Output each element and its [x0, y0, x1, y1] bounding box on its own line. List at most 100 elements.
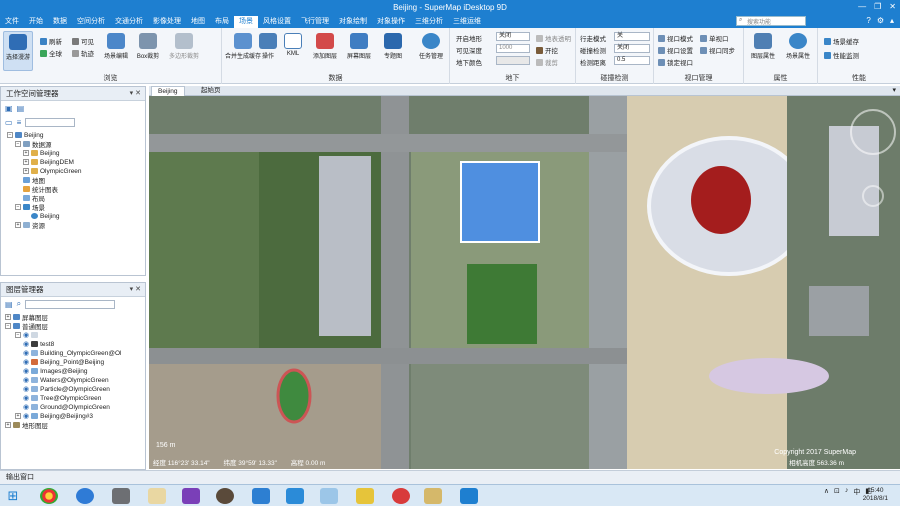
excavate-button[interactable]: 开挖 — [536, 45, 558, 55]
eye-icon[interactable]: ◉ — [23, 412, 29, 420]
list-icon[interactable]: ≡ — [17, 118, 22, 127]
output-window-tab[interactable]: 输出窗口 — [6, 474, 34, 481]
tab-start-page[interactable]: 起始页 — [195, 86, 227, 96]
underground-color-picker[interactable] — [496, 56, 530, 65]
kml-button[interactable]: KML — [282, 33, 304, 57]
tray-volume-icon[interactable]: ♪ — [845, 487, 849, 497]
eye-icon[interactable]: ◉ — [23, 349, 29, 357]
collapse-ribbon-icon[interactable]: ▴ — [890, 16, 894, 25]
wps-writer-icon[interactable] — [252, 488, 270, 504]
folder-icon[interactable] — [148, 488, 166, 504]
eye-icon[interactable]: ◉ — [23, 358, 29, 366]
eye-icon[interactable]: ◉ — [23, 394, 29, 402]
visible-depth-input[interactable]: 1000 — [496, 44, 530, 53]
tree-node-layer-group[interactable]: − ◉ — [15, 331, 40, 339]
tree-node-datasource-beijing[interactable]: + Beijing — [23, 149, 60, 157]
tab-start[interactable]: 开始 — [24, 16, 48, 28]
eye-icon[interactable]: ◉ — [23, 385, 29, 393]
tab-style[interactable]: 风格设置 — [258, 16, 296, 28]
thematic-button[interactable]: 专题图 — [380, 33, 406, 60]
pin-icon[interactable]: ▾ ✕ — [130, 87, 141, 101]
trajectory-button[interactable]: 轨迹 — [72, 48, 94, 58]
bird-app-icon[interactable] — [286, 488, 304, 504]
tab-traffic-analysis[interactable]: 交通分析 — [110, 16, 148, 28]
collapse-icon[interactable]: − — [5, 323, 11, 329]
screen-layer-button[interactable]: 屏幕图层 — [344, 33, 374, 60]
expand-icon[interactable]: + — [5, 422, 11, 428]
app-icon-a[interactable] — [112, 488, 130, 504]
folder-icon[interactable]: ▭ — [5, 118, 13, 127]
settings-icon[interactable]: ⚙ — [877, 16, 884, 25]
layer-style-icon[interactable]: ▤ — [5, 300, 13, 309]
layer-row-particle[interactable]: ◉ Particle@OlympicGreen — [23, 385, 110, 394]
eye-icon[interactable]: ◉ — [23, 331, 29, 339]
tab-object-operate[interactable]: 对象操作 — [372, 16, 410, 28]
tab-flight[interactable]: 飞行管理 — [296, 16, 334, 28]
layer-row-building[interactable]: ◉ Building_OlympicGreen@Ol — [23, 349, 122, 358]
scene-properties-button[interactable]: 场景属性 — [782, 33, 814, 60]
collapse-icon[interactable]: − — [15, 204, 21, 210]
tab-spatial-analysis[interactable]: 空间分析 — [72, 16, 110, 28]
avatar-app-icon[interactable] — [216, 488, 234, 504]
lock-viewport-button[interactable]: 锁定视口 — [658, 57, 693, 67]
tree-node-screen-layers[interactable]: + 屏幕图层 — [5, 313, 48, 322]
tab-3d-ops[interactable]: 三维运维 — [448, 16, 486, 28]
scene-3d-view[interactable] — [149, 96, 900, 469]
eye-icon[interactable]: ◉ — [23, 367, 29, 375]
python-icon[interactable] — [356, 488, 374, 504]
task-manager-button[interactable]: 任务管理 — [416, 33, 446, 60]
tab-data[interactable]: 数据 — [48, 16, 72, 28]
tab-image-processing[interactable]: 影像处理 — [148, 16, 186, 28]
performance-monitor-button[interactable]: 性能监测 — [824, 50, 859, 60]
viewport-mode-button[interactable]: 视口模式 — [658, 33, 693, 43]
surface-opacity-button[interactable]: 地表透明 — [536, 33, 571, 43]
notes-icon[interactable] — [320, 488, 338, 504]
expand-icon[interactable]: + — [15, 222, 21, 228]
close-button[interactable]: ✕ — [889, 2, 896, 11]
maximize-button[interactable]: ❐ — [874, 2, 881, 11]
clip-button[interactable]: 裁剪 — [536, 57, 558, 67]
expand-icon[interactable]: + — [23, 150, 29, 156]
tree-node-layouts[interactable]: 布局 — [15, 194, 45, 203]
tree-node-normal-layers[interactable]: − 普通图层 — [5, 322, 48, 331]
layer-row-beijing-point[interactable]: ◉ Beijing_Point@Beijing — [23, 358, 104, 367]
add-layer-button[interactable]: 添加图层 — [310, 33, 340, 60]
superm-ap-desktop-icon[interactable] — [460, 488, 478, 504]
viewport-settings-button[interactable]: 视口设置 — [658, 45, 693, 55]
full-extent-button[interactable]: 全球 — [40, 48, 62, 58]
start-menu-icon[interactable]: ⊞ — [4, 488, 22, 504]
save-workspace-icon[interactable]: ▤ — [17, 104, 25, 113]
collapse-icon[interactable]: − — [15, 141, 21, 147]
layer-row-ground[interactable]: ◉ Ground@OlympicGreen — [23, 403, 110, 412]
detect-distance-input[interactable]: 0.5 — [614, 56, 650, 65]
help-icon[interactable]: ? — [866, 16, 870, 25]
tree-node-terrain-layers[interactable]: + 地形图层 — [5, 421, 48, 430]
tab-object-draw[interactable]: 对象绘制 — [334, 16, 372, 28]
scene-cache-button[interactable]: 场景缓存 — [824, 36, 859, 46]
tray-expand-icon[interactable]: ∧ — [824, 487, 829, 497]
tree-node-charts[interactable]: 统计图表 — [15, 185, 58, 194]
layer-row-tree[interactable]: ◉ Tree@OlympicGreen — [23, 394, 101, 403]
tree-node-datasource-olympicgreen[interactable]: + OlympicGreen — [23, 167, 82, 175]
tray-network-icon[interactable]: ⊡ — [834, 487, 840, 497]
netease-music-icon[interactable] — [392, 488, 410, 504]
refresh-button[interactable]: 刷新 — [40, 36, 62, 46]
sogou-icon[interactable] — [76, 488, 94, 504]
tab-3d-analysis[interactable]: 三维分析 — [410, 16, 448, 28]
collapse-icon[interactable]: − — [15, 332, 21, 338]
layer-row-images[interactable]: ◉ Images@Beijing — [23, 367, 88, 376]
scene-edit-button[interactable]: 场景编辑 — [102, 33, 130, 60]
tab-scene-beijing[interactable]: Beijing — [151, 86, 185, 96]
layer-filter-input[interactable] — [25, 299, 116, 309]
eye-icon[interactable]: ◉ — [23, 403, 29, 411]
eye-icon[interactable]: ◉ — [23, 376, 29, 384]
layer-row-test8[interactable]: ◉ test8 — [23, 340, 54, 349]
layer-row-beijing-image[interactable]: + ◉ Beijing@Beijing#3 — [15, 412, 93, 420]
tab-file[interactable]: 文件 — [0, 16, 24, 28]
expand-icon[interactable]: + — [23, 159, 29, 165]
pin-icon[interactable]: ▾ ✕ — [130, 283, 141, 297]
tab-map[interactable]: 地图 — [186, 16, 210, 28]
tab-scene[interactable]: 场景 — [234, 16, 258, 28]
workspace-filter-input[interactable] — [25, 117, 76, 127]
eye-icon[interactable]: ◉ — [23, 340, 29, 348]
